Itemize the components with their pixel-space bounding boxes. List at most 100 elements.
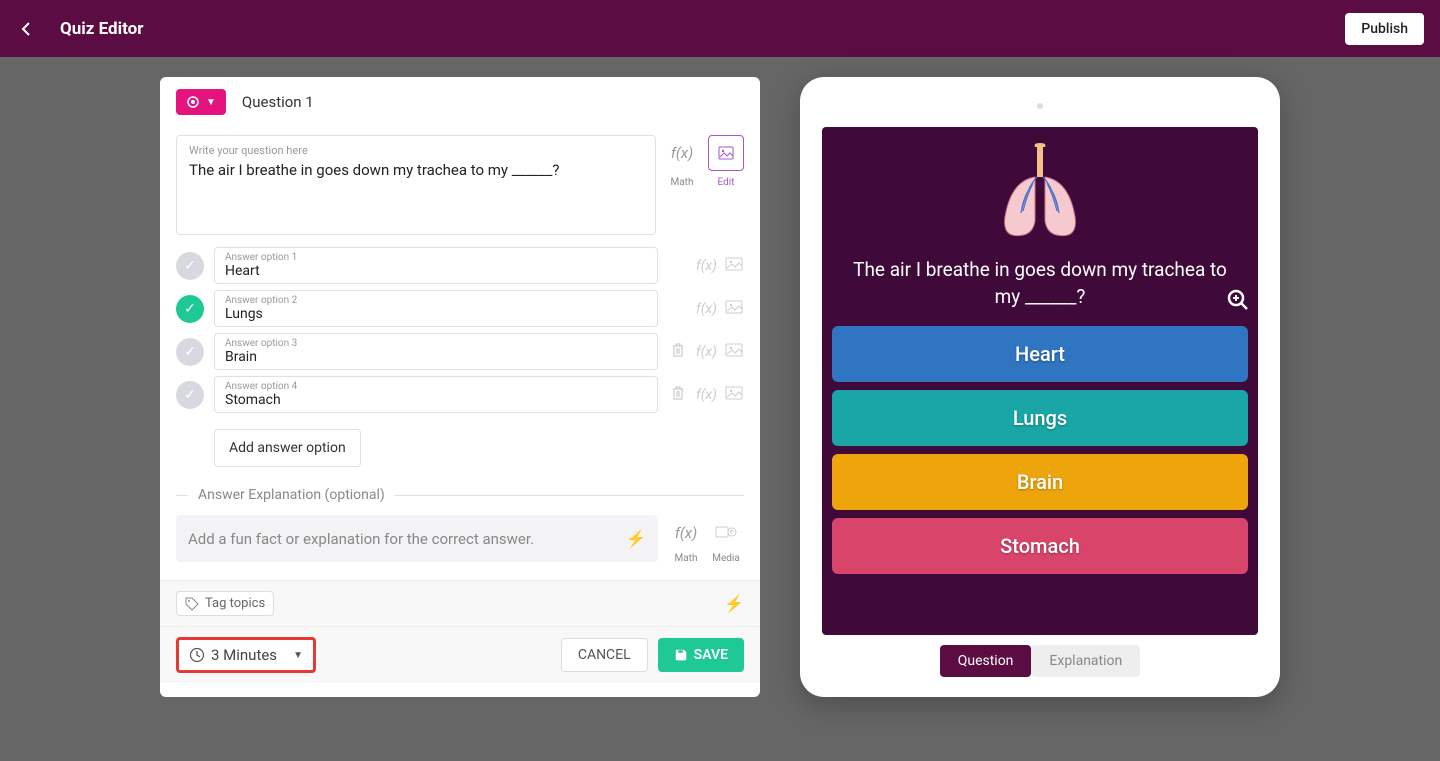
question-number-label: Question 1 <box>242 93 314 111</box>
explanation-tools: f(x) Math Media <box>668 515 744 564</box>
main-content: ▼ Question 1 Write your question here Th… <box>0 57 1440 717</box>
answer-tools: xf(x) <box>668 257 744 275</box>
answer-tools: f(x) <box>668 342 744 362</box>
explanation-media-button[interactable] <box>708 515 744 551</box>
preview-screen: The air I breathe in goes down my trache… <box>822 127 1258 635</box>
correct-toggle-2[interactable]: ✓ <box>176 295 204 323</box>
question-input-label: Write your question here <box>189 144 643 157</box>
answer-label: Answer option 4 <box>225 381 647 392</box>
function-icon: f(x) <box>671 144 693 162</box>
answer-label: Answer option 2 <box>225 295 647 306</box>
question-tools-media: Edit <box>708 135 744 188</box>
answer-row-3: ✓ Answer option 3Brain f(x) <box>176 333 744 370</box>
add-answer-option-button[interactable]: Add answer option <box>214 429 361 467</box>
save-button[interactable]: SAVE <box>658 638 744 672</box>
time-limit-dropdown[interactable]: 3 Minutes ▼ <box>176 637 316 673</box>
preview-tablet: The air I breathe in goes down my trache… <box>800 77 1280 697</box>
bolt-icon-footer[interactable]: ⚡ <box>724 594 744 613</box>
check-icon: ✓ <box>184 301 196 317</box>
back-button[interactable] <box>16 19 36 39</box>
zoom-button[interactable] <box>1226 288 1250 318</box>
explanation-input[interactable]: Add a fun fact or explanation for the co… <box>176 515 658 562</box>
answer-math-button[interactable]: f(x) <box>696 344 716 360</box>
question-type-dropdown[interactable]: ▼ <box>176 89 226 115</box>
editor-footer: Tag topics ⚡ 3 Minutes ▼ CANCEL SAVE <box>160 580 760 683</box>
preview-option-4[interactable]: Stomach <box>832 518 1248 574</box>
answer-image-button[interactable] <box>724 300 744 318</box>
tab-question[interactable]: Question <box>940 645 1032 677</box>
explanation-math-label: Math <box>675 553 698 564</box>
edit-media-button[interactable] <box>708 135 744 171</box>
preview-question-text: The air I breathe in goes down my trache… <box>832 257 1248 310</box>
check-icon: ✓ <box>184 258 196 274</box>
answer-math-button[interactable]: f(x) <box>696 301 716 317</box>
page-title: Quiz Editor <box>60 19 143 39</box>
explanation-math-button[interactable]: f(x) <box>668 515 704 551</box>
preview-option-3[interactable]: Brain <box>832 454 1248 510</box>
image-icon <box>725 300 743 314</box>
answer-row-4: ✓ Answer option 4Stomach f(x) <box>176 376 744 413</box>
preview-option-1[interactable]: Heart <box>832 326 1248 382</box>
tab-explanation[interactable]: Explanation <box>1031 645 1140 677</box>
answer-row-2: ✓Answer option 2Lungsxf(x) <box>176 290 744 327</box>
answer-image-button[interactable] <box>724 257 744 275</box>
save-label: SAVE <box>694 647 728 663</box>
target-icon <box>186 95 200 109</box>
lungs-icon <box>985 139 1095 249</box>
footer-actions: 3 Minutes ▼ CANCEL SAVE <box>160 627 760 683</box>
answer-label: Answer option 1 <box>225 252 647 263</box>
action-buttons: CANCEL SAVE <box>561 638 744 672</box>
clock-icon <box>189 647 205 663</box>
explanation-media-label: Media <box>712 553 740 564</box>
question-area: Write your question here The air I breat… <box>176 135 744 235</box>
trash-icon <box>671 342 685 358</box>
answer-text: Brain <box>225 349 647 365</box>
chevron-down-icon: ▼ <box>206 97 216 108</box>
answer-text: Stomach <box>225 392 647 408</box>
function-icon: f(x) <box>696 301 717 317</box>
answer-image-button[interactable] <box>724 386 744 404</box>
math-label: Math <box>671 177 694 188</box>
answer-input-1[interactable]: Answer option 1Heart <box>214 247 658 284</box>
answer-text: Lungs <box>225 306 647 322</box>
answers-container: ✓ Answer option 1Heart xf(x) ✓ Answer option… <box>176 247 744 413</box>
explanation-placeholder: Add a fun fact or explanation for the co… <box>188 530 534 548</box>
function-icon: f(x) <box>696 344 717 360</box>
time-limit-value: 3 Minutes <box>211 646 277 664</box>
function-icon: f(x) <box>696 258 717 274</box>
app-header: Quiz Editor Publish <box>0 0 1440 57</box>
answer-text: Heart <box>225 263 647 279</box>
correct-toggle-3[interactable]: ✓ <box>176 338 204 366</box>
tag-topics-label: Tag topics <box>205 596 265 611</box>
tag-topics-button[interactable]: Tag topics <box>176 591 274 616</box>
image-icon <box>725 386 743 400</box>
save-icon <box>674 648 688 662</box>
check-icon: ✓ <box>184 344 196 360</box>
answer-label: Answer option 3 <box>225 338 647 349</box>
math-button[interactable]: f(x) <box>664 135 700 171</box>
bolt-icon: ⚡ <box>626 529 646 548</box>
preview-option-2[interactable]: Lungs <box>832 390 1248 446</box>
image-icon <box>718 146 734 160</box>
chevron-left-icon <box>21 21 31 37</box>
answer-image-button[interactable] <box>724 343 744 361</box>
answer-input-3[interactable]: Answer option 3Brain <box>214 333 658 370</box>
question-input[interactable]: Write your question here The air I breat… <box>176 135 656 235</box>
preview-tabs: Question Explanation <box>822 645 1258 677</box>
answer-input-2[interactable]: Answer option 2Lungs <box>214 290 658 327</box>
cancel-button[interactable]: CANCEL <box>561 638 648 672</box>
question-input-text: The air I breathe in goes down my trache… <box>189 161 643 179</box>
editor-panel: ▼ Question 1 Write your question here Th… <box>160 77 760 697</box>
delete-answer-button[interactable] <box>668 342 688 362</box>
edit-label: Edit <box>718 177 735 188</box>
explanation-row: Add a fun fact or explanation for the co… <box>176 515 744 564</box>
delete-answer-button[interactable] <box>668 385 688 405</box>
answer-input-4[interactable]: Answer option 4Stomach <box>214 376 658 413</box>
correct-toggle-4[interactable]: ✓ <box>176 381 204 409</box>
answer-math-button[interactable]: f(x) <box>696 258 716 274</box>
publish-button[interactable]: Publish <box>1345 13 1424 45</box>
correct-toggle-1[interactable]: ✓ <box>176 252 204 280</box>
answer-math-button[interactable]: f(x) <box>696 387 716 403</box>
preview-question-area: The air I breathe in goes down my trache… <box>822 127 1258 326</box>
image-audio-icon <box>715 526 737 540</box>
